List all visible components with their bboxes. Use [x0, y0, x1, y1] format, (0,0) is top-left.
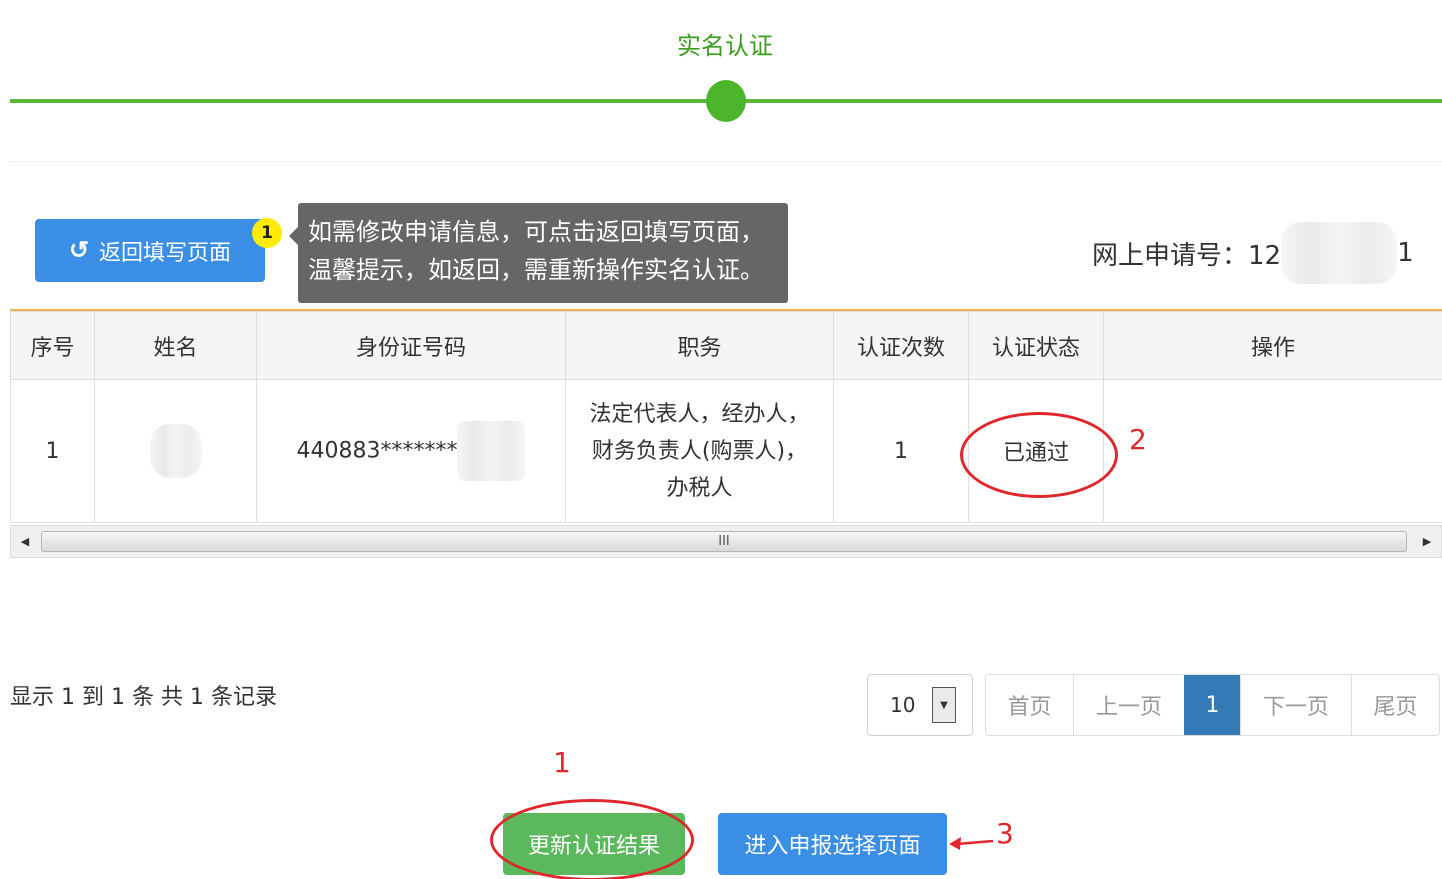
pagination: 首页 上一页 1 下一页 尾页: [985, 674, 1440, 736]
page-current-button[interactable]: 1: [1184, 675, 1240, 735]
table-header-row: 序号 姓名 身份证号码 职务 认证次数 认证状态 操作: [10, 311, 1442, 380]
column-header-name: 姓名: [94, 311, 257, 380]
arrow-left-icon: [949, 837, 994, 850]
step-indicator-dot: [706, 80, 746, 122]
enter-annotation-number: 3: [996, 817, 1014, 850]
enter-declaration-button[interactable]: 进入申报选择页面: [718, 813, 947, 875]
back-to-form-button[interactable]: ↺ 返回填写页面: [35, 219, 265, 282]
column-header-id-number: 身份证号码: [256, 311, 566, 380]
page-size-select[interactable]: 10 ▼: [867, 674, 973, 736]
page-size-value: 10: [890, 693, 916, 717]
record-info: 显示 1 到 1 条 共 1 条记录: [10, 685, 277, 710]
hint-tooltip-line-1: 如需修改申请信息，可点击返回填写页面，: [308, 218, 764, 246]
scroll-left-icon[interactable]: ◀: [11, 526, 39, 557]
page-first-button[interactable]: 首页: [986, 675, 1073, 735]
cell-duty: 法定代表人，经办人， 财务负责人(购票人)， 办税人: [565, 379, 834, 523]
status-annotation-number: 2: [1129, 423, 1147, 456]
duty-line-2: 财务负责人(购票人)，: [591, 438, 808, 464]
duty-line-3: 办税人: [666, 475, 733, 501]
scroll-right-icon[interactable]: ▶: [1413, 526, 1441, 557]
cell-index: 1: [10, 379, 95, 523]
application-number: 网上申请号：12 1: [1092, 222, 1414, 284]
application-number-suffix: 1: [1397, 238, 1414, 268]
column-header-duty: 职务: [565, 311, 834, 380]
column-header-status: 认证状态: [968, 311, 1104, 380]
back-to-form-label: 返回填写页面: [99, 239, 232, 265]
status-annotation-ellipse: [960, 412, 1118, 498]
refresh-icon: ↺: [68, 237, 90, 264]
column-header-count: 认证次数: [833, 311, 969, 380]
section-divider: [10, 161, 1442, 162]
cell-action: [1103, 379, 1442, 523]
chevron-down-icon[interactable]: ▼: [932, 687, 956, 723]
cell-id-number: 440883*******: [256, 379, 566, 523]
name-redacted: [149, 424, 202, 478]
horizontal-scrollbar[interactable]: ◀ III ▶: [10, 525, 1442, 558]
refresh-annotation-ellipse: [490, 799, 694, 879]
hint-tooltip-line-2: 温馨提示，如返回，需重新操作实名认证。: [308, 256, 764, 284]
table-row: 1 440883******* 法定代表人，经办人， 财务负责人(购票人)， 办…: [10, 379, 1442, 523]
cell-name: [94, 379, 257, 523]
page-next-button[interactable]: 下一页: [1240, 675, 1351, 735]
page-last-button[interactable]: 尾页: [1351, 675, 1439, 735]
applicant-table: 序号 姓名 身份证号码 职务 认证次数 认证状态 操作 1 440883****…: [10, 309, 1442, 523]
application-number-redacted: [1281, 222, 1398, 284]
cell-count: 1: [833, 379, 969, 523]
duty-line-1: 法定代表人，经办人，: [589, 401, 810, 427]
page-prev-button[interactable]: 上一页: [1073, 675, 1184, 735]
id-number-redacted: [457, 421, 526, 481]
hint-badge: 1: [252, 218, 282, 248]
column-header-index: 序号: [10, 311, 95, 380]
hint-tooltip: 如需修改申请信息，可点击返回填写页面， 温馨提示，如返回，需重新操作实名认证。: [289, 203, 788, 303]
step-title: 实名认证: [677, 32, 773, 60]
id-number-text: 440883*******: [296, 438, 458, 464]
scrollbar-thumb[interactable]: III: [41, 531, 1407, 552]
column-header-action: 操作: [1103, 311, 1442, 380]
refresh-annotation-number: 1: [553, 746, 571, 779]
application-number-label: 网上申请号：12: [1092, 240, 1282, 271]
